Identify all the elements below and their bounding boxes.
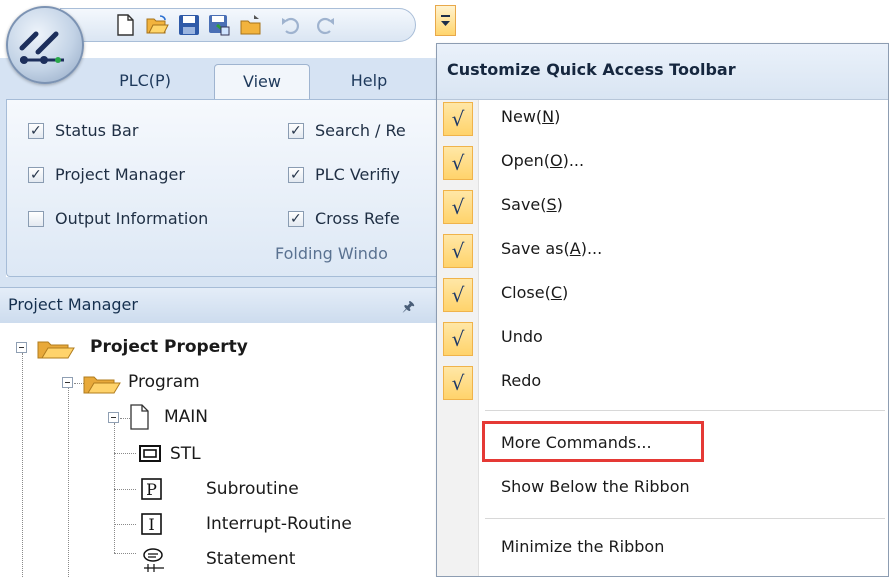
menu-item-close[interactable]: √ Close(C) [437, 274, 888, 316]
save-as-icon[interactable] [207, 13, 231, 37]
menu-item-save-as[interactable]: √ Save as(A)... [437, 230, 888, 272]
new-file-icon[interactable] [113, 13, 137, 37]
redo-icon[interactable] [313, 13, 337, 37]
menu-item-redo[interactable]: √ Redo [437, 362, 888, 404]
menu-item-open[interactable]: √ Open(O)... [437, 142, 888, 184]
project-manager-title: Project Manager [8, 295, 138, 314]
tab-help[interactable]: Help [330, 64, 408, 100]
tree-line [68, 388, 69, 577]
menu-item-undo[interactable]: √ Undo [437, 318, 888, 360]
checkbox-icon [288, 162, 304, 188]
menu-separator [485, 410, 885, 411]
tab-view[interactable]: View [214, 64, 310, 100]
tab-plc[interactable]: PLC(P) [104, 64, 186, 100]
svg-text:P: P [146, 480, 157, 499]
pin-icon[interactable]: 🖈︎ [402, 296, 415, 320]
checkbox-icon [28, 211, 44, 227]
menu-item-more-commands[interactable]: More Commands... [437, 424, 888, 466]
dropdown-arrow-icon [441, 15, 450, 26]
save-icon[interactable] [177, 13, 201, 37]
check-icon: √ [443, 234, 473, 268]
ribbon-bottom-edge [0, 277, 440, 287]
menu-title: Customize Quick Access Toolbar [447, 60, 736, 79]
ribbon-group-label: Folding Windo [275, 244, 388, 263]
project-manager-header: Project Manager 🖈︎ [0, 287, 440, 323]
collapse-toggle[interactable] [16, 342, 27, 353]
close-folder-icon[interactable] [239, 13, 263, 37]
stl-icon [139, 445, 161, 462]
checkbox-icon [288, 206, 304, 232]
tree-line [22, 353, 23, 577]
check-icon: √ [443, 278, 473, 312]
menu-item-minimize-ribbon[interactable]: Minimize the Ribbon [437, 528, 888, 570]
p-box-icon: P [141, 478, 162, 500]
check-icon: √ [443, 322, 473, 356]
tree-line [114, 423, 115, 553]
menu-item-show-below-ribbon[interactable]: Show Below the Ribbon [437, 468, 888, 510]
tree-line [114, 553, 136, 554]
quick-access-toolbar [60, 8, 416, 42]
undo-icon[interactable] [279, 13, 303, 37]
collapse-toggle[interactable] [108, 412, 119, 423]
menu-item-save[interactable]: √ Save(S) [437, 186, 888, 228]
menu-header: Customize Quick Access Toolbar [437, 44, 888, 100]
menu-item-new[interactable]: √ New(N) [437, 98, 888, 140]
tree-line [114, 489, 136, 490]
tree-line [114, 524, 136, 525]
document-icon [130, 404, 149, 430]
checkbox-icon [288, 118, 304, 144]
check-icon: √ [443, 146, 473, 180]
open-folder-icon[interactable] [145, 13, 169, 37]
collapse-toggle[interactable] [62, 377, 73, 388]
check-icon: √ [443, 366, 473, 400]
checkbox-icon [28, 162, 44, 188]
menu-separator [485, 518, 885, 519]
app-logo-icon [19, 31, 64, 64]
checkbox-icon [28, 118, 44, 144]
customize-qat-menu: Customize Quick Access Toolbar √ New(N) … [436, 43, 889, 577]
i-box-icon: I [141, 513, 162, 535]
customize-qat-button[interactable] [435, 5, 456, 36]
folder-icon [37, 341, 75, 359]
tree-line [114, 453, 136, 454]
statement-icon [143, 548, 164, 572]
folder-icon [83, 376, 121, 394]
project-tree: Project Property Program MAIN STL P Subr… [0, 323, 430, 577]
application-button[interactable] [6, 6, 84, 84]
svg-text:I: I [148, 515, 154, 534]
check-icon: √ [443, 190, 473, 224]
check-icon: √ [443, 102, 473, 136]
